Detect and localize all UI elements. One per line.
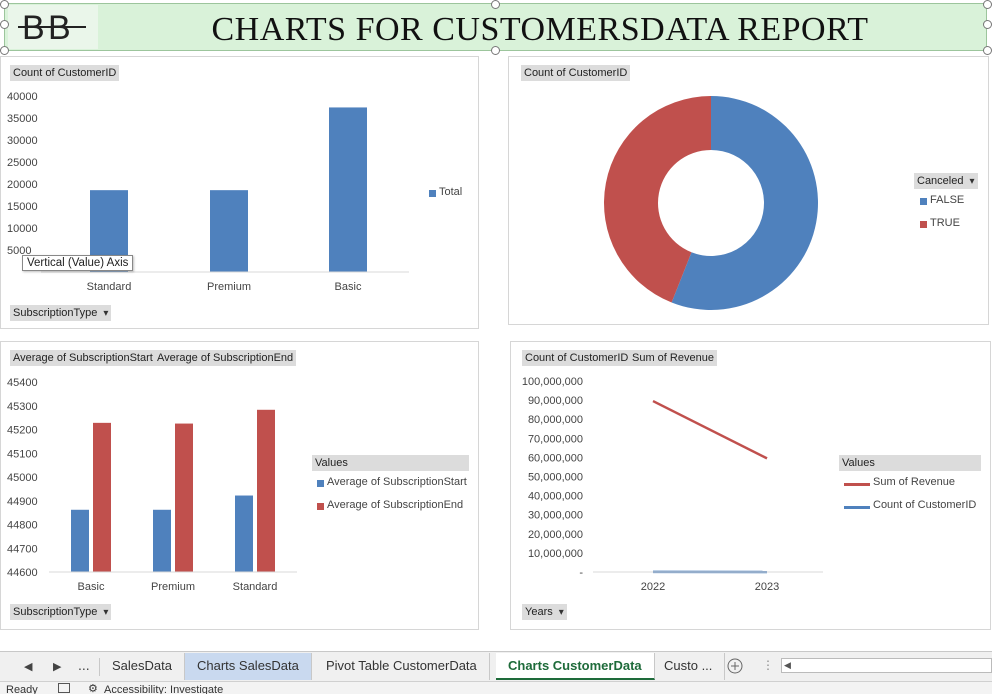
bar bbox=[93, 423, 111, 572]
y-tick-label: 45200 bbox=[7, 425, 38, 437]
sheet-tab-charts-customerdata[interactable]: Charts CustomerData bbox=[496, 653, 655, 680]
y-tick-label: 70,000,000 bbox=[528, 433, 583, 445]
resize-handle[interactable] bbox=[0, 0, 9, 9]
report-title: CHARTS FOR CUSTOMERSDATA REPORT bbox=[105, 8, 975, 48]
resize-handle[interactable] bbox=[983, 20, 992, 29]
y-tick-label: 20,000,000 bbox=[528, 529, 583, 541]
legend-label-false: FALSE bbox=[930, 194, 964, 206]
chart-revenue-by-year[interactable]: Count of CustomerID Sum of Revenue Years… bbox=[510, 341, 991, 630]
bb-monogram-logo: B B bbox=[8, 5, 98, 49]
legend-label-avg-end: Average of SubscriptionEnd bbox=[327, 499, 463, 511]
sheet-tab-pivot-table-customerdata[interactable]: Pivot Table CustomerData bbox=[314, 653, 490, 680]
add-sheet-icon[interactable] bbox=[727, 658, 743, 674]
splitter-grip-icon[interactable]: ⋮ bbox=[762, 658, 774, 672]
x-tick-label: Standard bbox=[233, 581, 278, 593]
bar bbox=[329, 107, 367, 272]
y-tick-label: 44600 bbox=[7, 567, 38, 579]
legend-label-total: Total bbox=[439, 186, 462, 198]
legend-line-swatch bbox=[844, 506, 870, 509]
bar bbox=[235, 496, 253, 572]
horizontal-scrollbar[interactable]: ◀ bbox=[781, 658, 992, 673]
legend-label-count-customerid: Count of CustomerID bbox=[873, 499, 976, 511]
x-tick-label: Basic bbox=[78, 581, 105, 593]
donut-chart-plot bbox=[509, 57, 990, 326]
y-tick-label: 45000 bbox=[7, 472, 38, 484]
sheet-tab-customerdata[interactable]: Custo ... bbox=[652, 653, 725, 680]
resize-handle[interactable] bbox=[491, 0, 500, 9]
legend-swatch bbox=[429, 190, 436, 197]
more-tabs-button[interactable]: ... bbox=[78, 657, 90, 673]
resize-handle[interactable] bbox=[983, 0, 992, 9]
bar bbox=[210, 190, 248, 272]
scroll-tabs-right-icon[interactable]: ▶ bbox=[53, 660, 61, 673]
y-tick-label: 44800 bbox=[7, 520, 38, 532]
legend-label-sum-revenue: Sum of Revenue bbox=[873, 476, 955, 488]
scroll-left-icon[interactable]: ◀ bbox=[784, 660, 791, 671]
y-tick-label: 44700 bbox=[7, 543, 38, 555]
resize-handle[interactable] bbox=[0, 20, 9, 29]
legend-swatch bbox=[920, 221, 927, 228]
legend-line-swatch bbox=[844, 483, 870, 486]
bar bbox=[153, 510, 171, 572]
sheet-tab-salesdata[interactable]: SalesData bbox=[100, 653, 185, 680]
legend-title-values[interactable]: Values bbox=[839, 455, 981, 471]
y-tick-label: 25000 bbox=[7, 157, 38, 169]
y-tick-label: 80,000,000 bbox=[528, 414, 583, 426]
bar bbox=[175, 424, 193, 572]
y-tick-label: 30000 bbox=[7, 135, 38, 147]
x-tick-label: 2023 bbox=[755, 581, 779, 593]
report-title-banner[interactable]: B B CHARTS FOR CUSTOMERSDATA REPORT bbox=[4, 3, 987, 51]
series-line bbox=[653, 401, 767, 458]
y-tick-label: 60,000,000 bbox=[528, 452, 583, 464]
accessibility-icon[interactable]: ⚙ bbox=[88, 682, 98, 694]
legend-label-true: TRUE bbox=[930, 217, 960, 229]
legend-label-avg-start: Average of SubscriptionStart bbox=[327, 476, 467, 488]
legend-filter-canceled[interactable]: Canceled bbox=[914, 173, 978, 189]
x-tick-label: 2022 bbox=[641, 581, 665, 593]
bar bbox=[257, 410, 275, 572]
chart-subscription-dates[interactable]: Average of SubscriptionStart Average of … bbox=[0, 341, 479, 630]
y-tick-label: 100,000,000 bbox=[522, 376, 583, 388]
y-tick-label: 30,000,000 bbox=[528, 510, 583, 522]
resize-handle[interactable] bbox=[983, 46, 992, 55]
resize-handle[interactable] bbox=[0, 46, 9, 55]
legend-title-values[interactable]: Values bbox=[312, 455, 469, 471]
macro-record-icon[interactable] bbox=[58, 683, 70, 693]
y-tick-label: 50,000,000 bbox=[528, 472, 583, 484]
resize-handle[interactable] bbox=[491, 46, 500, 55]
chart-count-by-subscription[interactable]: Count of CustomerID SubscriptionType 400… bbox=[0, 56, 479, 329]
x-tick-label: Standard bbox=[87, 281, 132, 293]
bar bbox=[71, 510, 89, 572]
sheet-tab-charts-salesdata[interactable]: Charts SalesData bbox=[185, 653, 312, 680]
y-tick-label: - bbox=[579, 567, 583, 579]
y-tick-label: 44900 bbox=[7, 496, 38, 508]
y-tick-label: 45300 bbox=[7, 401, 38, 413]
legend-swatch bbox=[317, 503, 324, 510]
bar-chart-plot: 400003500030000250002000015000100005000S… bbox=[1, 57, 480, 330]
y-tick-label: 35000 bbox=[7, 113, 38, 125]
y-tick-label: 15000 bbox=[7, 201, 38, 213]
y-tick-label: 90,000,000 bbox=[528, 395, 583, 407]
axis-tooltip: Vertical (Value) Axis bbox=[22, 255, 133, 271]
y-tick-label: 40,000,000 bbox=[528, 491, 583, 503]
scroll-tabs-left-icon[interactable]: ◀ bbox=[24, 660, 32, 673]
x-tick-label: Basic bbox=[335, 281, 362, 293]
status-bar: Ready ⚙ Accessibility: Investigate bbox=[0, 681, 992, 694]
y-tick-label: 10000 bbox=[7, 223, 38, 235]
x-tick-label: Premium bbox=[207, 281, 251, 293]
legend-swatch bbox=[317, 480, 324, 487]
legend-swatch bbox=[920, 198, 927, 205]
chart-canceled-donut[interactable]: Count of CustomerID Canceled FALSE TRUE bbox=[508, 56, 989, 325]
y-tick-label: 10,000,000 bbox=[528, 548, 583, 560]
x-tick-label: Premium bbox=[151, 581, 195, 593]
sheet-tab-bar: ◀ ▶ ... SalesData Charts SalesData Pivot… bbox=[0, 651, 992, 682]
y-tick-label: 45400 bbox=[7, 377, 38, 389]
y-tick-label: 20000 bbox=[7, 179, 38, 191]
y-tick-label: 40000 bbox=[7, 91, 38, 103]
y-tick-label: 45100 bbox=[7, 448, 38, 460]
